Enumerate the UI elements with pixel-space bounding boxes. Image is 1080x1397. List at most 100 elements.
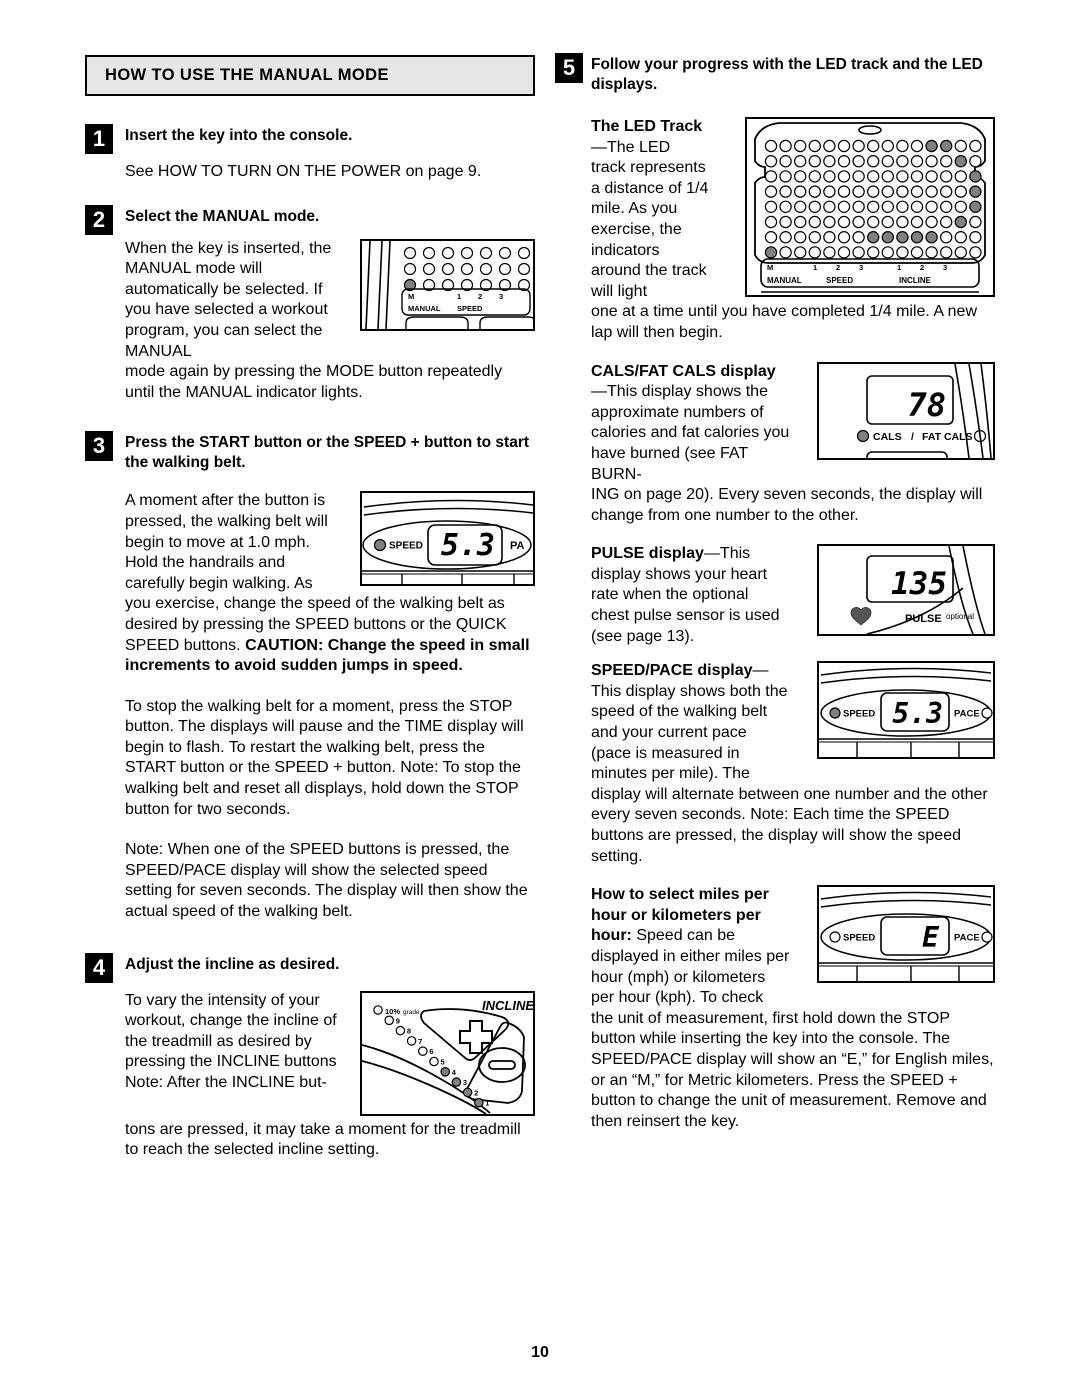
led-dot bbox=[910, 246, 924, 259]
step-2-wrap: M 1 2 3 MANUAL SPEED When the key is ins… bbox=[125, 238, 535, 404]
incline-dot bbox=[440, 1066, 450, 1077]
incline-dot bbox=[474, 1097, 484, 1108]
svg-text:M: M bbox=[408, 292, 414, 301]
led-dot bbox=[823, 230, 836, 244]
svg-text:1: 1 bbox=[457, 292, 461, 301]
led-dot bbox=[925, 139, 938, 153]
console-manual-figure: M 1 2 3 MANUAL SPEED bbox=[360, 238, 535, 331]
led-track-svg: M 1 2 3 1 2 3 MANUAL SPEED INCLINE bbox=[754, 122, 986, 293]
led-dot bbox=[896, 200, 909, 214]
speed-display-svg: SPEED 5.3 PA bbox=[362, 500, 533, 585]
led-dot bbox=[969, 185, 982, 198]
step-4-wrap: 987654321 10% grade INCLINE To vary the … bbox=[125, 990, 535, 1161]
cals-body-full: ING on page 20). Every seven seconds, th… bbox=[591, 486, 983, 524]
step-2-title: Select the MANUAL mode. bbox=[125, 207, 320, 225]
led-dot bbox=[498, 246, 512, 259]
svg-text:E: E bbox=[922, 921, 940, 954]
svg-text:PA: PA bbox=[510, 540, 525, 552]
led-dot bbox=[794, 155, 807, 168]
svg-text:1: 1 bbox=[897, 263, 901, 272]
led-dot bbox=[925, 170, 938, 183]
svg-text:optional: optional bbox=[946, 612, 974, 621]
led-dot bbox=[896, 215, 909, 229]
cals-display-svg: 78 CALS / FAT CALS bbox=[856, 363, 992, 458]
led-dot bbox=[764, 230, 778, 244]
led-dot bbox=[910, 139, 924, 153]
led-dot bbox=[910, 215, 924, 229]
led-dot bbox=[866, 185, 880, 198]
pulse-display-figure: 135 PULSE optional bbox=[817, 544, 995, 637]
right-column: 5 Follow your progress with the LED trac… bbox=[555, 53, 995, 1132]
led-dot bbox=[939, 200, 953, 214]
incline-dot-label: 8 bbox=[407, 1026, 411, 1035]
led-dot bbox=[779, 139, 792, 153]
svg-text:grade: grade bbox=[403, 1009, 420, 1016]
svg-text:PACE: PACE bbox=[954, 933, 980, 944]
led-dot bbox=[517, 262, 531, 275]
led-dot bbox=[460, 262, 474, 275]
led-track-heading: The LED Track bbox=[591, 118, 703, 135]
led-dot bbox=[866, 246, 880, 259]
led-dot bbox=[896, 139, 909, 153]
led-dot bbox=[837, 139, 851, 153]
cals-heading: CALS/FAT CALS display bbox=[591, 362, 776, 380]
incline-dot bbox=[429, 1056, 439, 1066]
svg-text:SPEED: SPEED bbox=[843, 709, 875, 720]
led-dot bbox=[422, 246, 436, 259]
led-dot bbox=[954, 215, 967, 229]
led-dot bbox=[939, 155, 953, 168]
led-dot bbox=[925, 155, 938, 168]
led-dot bbox=[969, 139, 982, 153]
led-dot bbox=[823, 170, 836, 183]
svg-text:CALS: CALS bbox=[873, 431, 902, 443]
led-dot bbox=[954, 155, 967, 168]
led-dot bbox=[808, 170, 822, 183]
led-dot bbox=[852, 185, 865, 198]
led-dot bbox=[910, 200, 924, 214]
step-1-title: Insert the key into the console. bbox=[125, 127, 353, 144]
led-dot bbox=[808, 215, 822, 229]
pulse-heading: PULSE display bbox=[591, 545, 704, 563]
led-dot bbox=[969, 246, 982, 259]
led-dot bbox=[852, 230, 865, 244]
led-dot bbox=[969, 230, 982, 244]
cals-dash: — bbox=[591, 383, 607, 401]
led-dot bbox=[939, 246, 953, 259]
led-dot bbox=[925, 200, 938, 214]
led-dot bbox=[881, 230, 894, 244]
cals-block: 78 CALS / FAT CALS CALS/FAT CALS display… bbox=[555, 361, 995, 527]
led-dot bbox=[764, 139, 778, 153]
led-dot bbox=[808, 155, 822, 168]
step-3-body-full-3: Note: When one of the SPEED buttons is p… bbox=[125, 841, 528, 921]
pulse-dash: — bbox=[703, 545, 720, 563]
led-dot bbox=[866, 215, 880, 229]
led-dot bbox=[852, 200, 865, 214]
svg-text:M: M bbox=[767, 263, 773, 272]
svg-text:10%: 10% bbox=[385, 1007, 400, 1016]
led-dot bbox=[794, 215, 807, 229]
svg-text:2: 2 bbox=[920, 263, 924, 272]
led-dot bbox=[441, 246, 455, 259]
led-dot bbox=[896, 230, 909, 244]
cals-narrow: CALS/FAT CALS display —This display shows… bbox=[591, 362, 791, 486]
led-dot bbox=[925, 230, 938, 244]
led-dot bbox=[764, 155, 778, 168]
svg-text:5.3: 5.3 bbox=[441, 528, 495, 563]
speedpace-dash: — bbox=[752, 662, 769, 680]
manual-page: HOW TO USE THE MANUAL MODE 1 Insert the … bbox=[0, 0, 1080, 1397]
led-dot bbox=[808, 200, 822, 214]
speedpace-heading: SPEED/PACE display bbox=[591, 662, 753, 680]
step-1-number: 1 bbox=[85, 124, 113, 154]
led-dot bbox=[794, 246, 807, 259]
led-dot bbox=[837, 155, 851, 168]
units-display-svg: SPEED E PACE bbox=[819, 891, 993, 982]
led-track-block: M 1 2 3 1 2 3 MANUAL SPEED INCLINE The L… bbox=[555, 117, 995, 344]
led-dot bbox=[808, 230, 822, 244]
led-dot bbox=[779, 170, 792, 183]
led-track-body-full: one at a time until you have completed 1… bbox=[591, 303, 978, 341]
pulse-narrow: PULSE display—This display shows your he… bbox=[591, 544, 791, 647]
led-dot bbox=[866, 155, 880, 168]
svg-text:2: 2 bbox=[478, 292, 482, 301]
incline-plus-icon bbox=[459, 1019, 493, 1054]
step-3-body-full-1: you exercise, change the speed of the wa… bbox=[125, 594, 535, 676]
